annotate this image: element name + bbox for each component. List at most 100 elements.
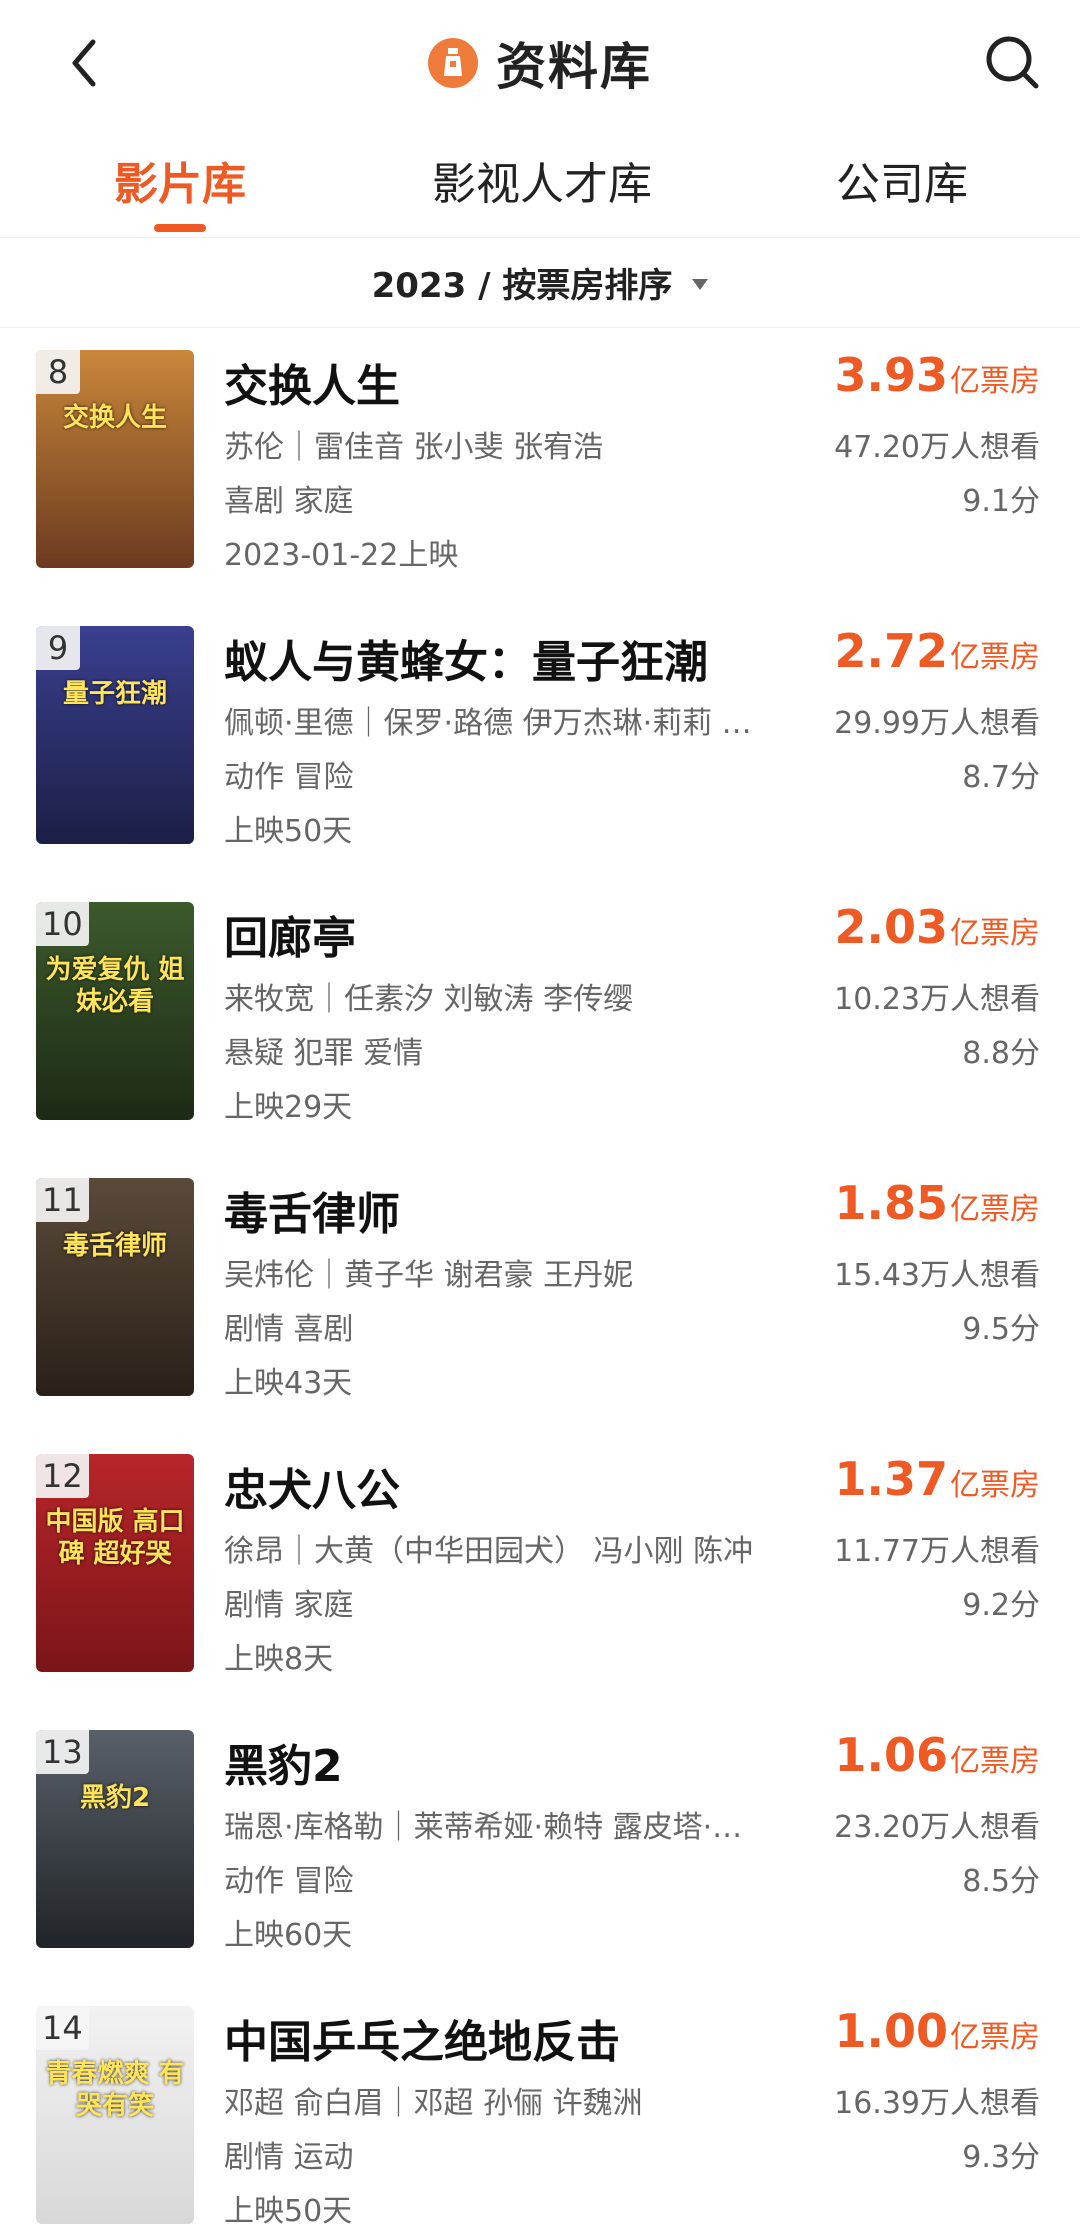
movie-poster[interactable]: 11 毒舌律师: [36, 1178, 194, 1396]
movie-poster[interactable]: 10 为爱复仇 姐妹必看: [36, 902, 194, 1120]
movie-release: 2023-01-22上映: [224, 538, 459, 573]
rank-badge: 9: [36, 626, 80, 670]
movie-genre: 剧情 喜剧: [224, 1312, 354, 1347]
rank-badge: 11: [36, 1178, 89, 1222]
movie-genre: 动作 冒险: [224, 1864, 354, 1899]
movie-release: 上映8天: [224, 1642, 334, 1677]
movie-genre: 剧情 家庭: [224, 1588, 354, 1623]
movie-list-item[interactable]: 11 毒舌律师 毒舌律师 吴炜伦｜黄子华 谢君豪 王丹妮 剧情 喜剧 上映43天…: [0, 1156, 1080, 1432]
movie-list-item[interactable]: 8 交换人生 交换人生 苏伦｜雷佳音 张小斐 张宥浩 喜剧 家庭 2023-01…: [0, 328, 1080, 604]
movie-title[interactable]: 回廊亭: [224, 902, 356, 966]
box-office: 1.00 亿票房: [835, 2004, 1041, 2058]
poster-text: 量子狂潮: [62, 679, 167, 709]
box-office-value: 1.85: [834, 1176, 949, 1230]
movie-cast: 吴炜伦｜黄子华 谢君豪 王丹妮: [224, 1258, 634, 1293]
box-office-value: 1.37: [834, 1452, 949, 1506]
active-tab-indicator: [154, 224, 206, 232]
box-office-unit: 亿票房: [950, 1192, 1040, 1227]
want-to-see-count: 11.77万人想看: [834, 1534, 1040, 1569]
movie-genre: 悬疑 犯罪 爱情: [224, 1036, 424, 1071]
box-office-unit: 亿票房: [950, 2020, 1040, 2055]
movie-title[interactable]: 交换人生: [224, 350, 400, 414]
movie-poster[interactable]: 8 交换人生: [36, 350, 194, 568]
movie-genre: 喜剧 家庭: [224, 484, 354, 519]
rank-badge: 13: [36, 1730, 89, 1774]
movie-title[interactable]: 毒舌律师: [224, 1178, 400, 1242]
movie-release: 上映60天: [224, 1918, 353, 1953]
movie-release: 上映50天: [224, 814, 353, 849]
movie-poster[interactable]: 12 中国版 高口碑 超好哭: [36, 1454, 194, 1672]
movie-poster[interactable]: 14 青春燃爽 有哭有笑: [36, 2006, 194, 2224]
movie-cast: 邓超 俞白眉｜邓超 孙俪 许魏洲: [224, 2086, 643, 2121]
box-office-unit: 亿票房: [950, 916, 1040, 951]
poster-text: 为爱复仇 姐妹必看: [45, 955, 185, 1017]
movie-poster[interactable]: 9 量子狂潮: [36, 626, 194, 844]
movie-list-item[interactable]: 12 中国版 高口碑 超好哭 忠犬八公 徐昂｜大黄（中华田园犬） 冯小刚 陈冲 …: [0, 1432, 1080, 1708]
movie-list-item[interactable]: 10 为爱复仇 姐妹必看 回廊亭 来牧宽｜任素汐 刘敏涛 李传缨 悬疑 犯罪 爱…: [0, 880, 1080, 1156]
box-office: 1.37 亿票房: [835, 1452, 1041, 1506]
search-button[interactable]: [980, 30, 1044, 94]
box-office-value: 2.03: [834, 900, 949, 954]
lighthouse-logo-icon: [428, 38, 478, 88]
movie-list-item[interactable]: 14 青春燃爽 有哭有笑 中国乒乓之绝地反击 邓超 俞白眉｜邓超 孙俪 许魏洲 …: [0, 1984, 1080, 2239]
box-office: 1.85 亿票房: [835, 1176, 1041, 1230]
movie-list-item[interactable]: 13 黑豹2 黑豹2 瑞恩·库格勒｜莱蒂希娅·赖特 露皮塔·… 动作 冒险 上映…: [0, 1708, 1080, 1984]
rating-score: 8.5分: [962, 1864, 1040, 1899]
poster-text: 中国版 高口碑 超好哭: [45, 1507, 185, 1569]
sort-label: 2023 / 按票房排序: [371, 266, 673, 306]
triangle-down-icon: [692, 279, 709, 290]
top-bar: 资料库: [0, 0, 1080, 126]
box-office-unit: 亿票房: [950, 1468, 1040, 1503]
movie-cast: 来牧宽｜任素汐 刘敏涛 李传缨: [224, 982, 634, 1017]
box-office: 3.93 亿票房: [835, 348, 1041, 402]
movie-cast: 苏伦｜雷佳音 张小斐 张宥浩: [224, 430, 604, 465]
box-office: 2.72 亿票房: [835, 624, 1041, 678]
movie-poster[interactable]: 13 黑豹2: [36, 1730, 194, 1948]
rating-score: 9.3分: [962, 2140, 1040, 2175]
box-office-value: 1.00: [834, 2004, 949, 2058]
sort-selector[interactable]: 2023 / 按票房排序: [0, 238, 1080, 328]
rating-score: 9.1分: [962, 484, 1040, 519]
rating-score: 9.2分: [962, 1588, 1040, 1623]
want-to-see-count: 15.43万人想看: [834, 1258, 1040, 1293]
rank-badge: 14: [36, 2006, 89, 2050]
category-tabs: 影片库 影视人才库 公司库: [0, 126, 1080, 238]
want-to-see-count: 47.20万人想看: [834, 430, 1040, 465]
movie-list-item[interactable]: 9 量子狂潮 蚁人与黄蜂女：量子狂潮 佩顿·里德｜保罗·路德 伊万杰琳·莉莉 ……: [0, 604, 1080, 880]
movie-release: 上映43天: [224, 1366, 353, 1401]
poster-text: 交换人生: [62, 403, 167, 433]
rank-badge: 12: [36, 1454, 89, 1498]
movie-title[interactable]: 中国乒乓之绝地反击: [224, 2006, 620, 2070]
tab-talent-library[interactable]: 影视人才库: [432, 148, 652, 210]
poster-text: 黑豹2: [79, 1783, 151, 1813]
tab-company-library[interactable]: 公司库: [836, 148, 968, 210]
rank-badge: 8: [36, 350, 80, 394]
movie-cast: 佩顿·里德｜保罗·路德 伊万杰琳·莉莉 …: [224, 706, 752, 741]
movie-title[interactable]: 忠犬八公: [224, 1454, 400, 1518]
page-title-group: 资料库: [0, 30, 1080, 96]
rating-score: 8.8分: [962, 1036, 1040, 1071]
rank-badge: 10: [36, 902, 89, 946]
rating-score: 8.7分: [962, 760, 1040, 795]
want-to-see-count: 16.39万人想看: [834, 2086, 1040, 2121]
tab-movie-library[interactable]: 影片库: [114, 148, 246, 210]
movie-genre: 动作 冒险: [224, 760, 354, 795]
movie-cast: 徐昂｜大黄（中华田园犬） 冯小刚 陈冲: [224, 1534, 754, 1569]
movie-cast: 瑞恩·库格勒｜莱蒂希娅·赖特 露皮塔·…: [224, 1810, 743, 1845]
want-to-see-count: 10.23万人想看: [834, 982, 1040, 1017]
box-office-value: 2.72: [834, 624, 949, 678]
want-to-see-count: 29.99万人想看: [834, 706, 1040, 741]
movie-release: 上映29天: [224, 1090, 353, 1125]
movie-genre: 剧情 运动: [224, 2140, 354, 2175]
want-to-see-count: 23.20万人想看: [834, 1810, 1040, 1845]
poster-text: 青春燃爽 有哭有笑: [45, 2059, 185, 2121]
box-office-value: 1.06: [834, 1728, 949, 1782]
box-office-unit: 亿票房: [950, 640, 1040, 675]
movie-title[interactable]: 蚁人与黄蜂女：量子狂潮: [224, 626, 708, 690]
movie-title[interactable]: 黑豹2: [224, 1730, 343, 1794]
box-office: 2.03 亿票房: [835, 900, 1041, 954]
rating-score: 9.5分: [962, 1312, 1040, 1347]
box-office: 1.06 亿票房: [835, 1728, 1041, 1782]
poster-text: 毒舌律师: [62, 1231, 167, 1261]
search-icon: [986, 36, 1039, 89]
